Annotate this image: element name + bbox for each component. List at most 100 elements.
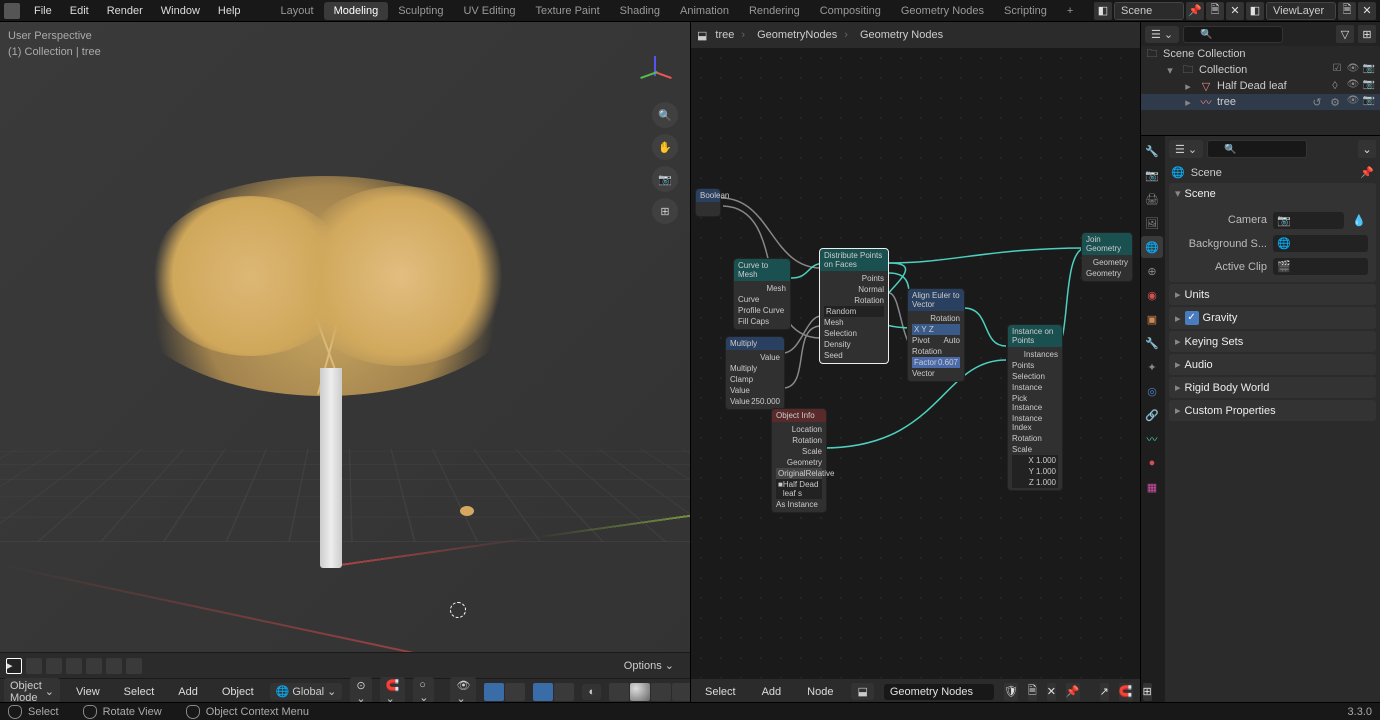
tab-rendering[interactable]: Rendering: [739, 2, 810, 20]
select-box-icon[interactable]: [26, 658, 42, 674]
tab-uv-editing[interactable]: UV Editing: [453, 2, 525, 20]
tab-object-icon[interactable]: ▣: [1141, 308, 1163, 330]
node-instance-on-points[interactable]: Instance on Points Instances Points Sele…: [1007, 324, 1063, 491]
solid-shading-icon[interactable]: [630, 683, 650, 701]
camera-icon[interactable]: 📷: [1362, 79, 1376, 93]
menu-help[interactable]: Help: [210, 2, 249, 20]
pan-icon[interactable]: ✋: [652, 134, 678, 160]
tab-material-icon[interactable]: ●: [1141, 452, 1163, 474]
outliner-item-leaf[interactable]: ▸ ▽ Half Dead leaf ◊ 👁📷: [1141, 78, 1380, 94]
outliner-collection[interactable]: ▾ 🗀 Collection ☑👁📷: [1141, 62, 1380, 78]
tab-shading[interactable]: Shading: [610, 2, 670, 20]
select-menu[interactable]: Select: [116, 683, 163, 701]
props-search-input[interactable]: [1207, 140, 1307, 158]
geometry-node-editor[interactable]: ⬓ tree GeometryNodes Geometry Nodes: [690, 22, 1140, 704]
layer-browse-icon[interactable]: ◧: [1246, 2, 1264, 20]
tab-world-icon[interactable]: ⊕: [1141, 260, 1163, 282]
vert-select-icon[interactable]: [46, 658, 62, 674]
node-pin-icon[interactable]: 📌: [1066, 683, 1080, 701]
tab-texture-icon[interactable]: ▦: [1141, 476, 1163, 498]
layer-new-icon[interactable]: 🗎: [1338, 2, 1356, 20]
zoom-icon[interactable]: 🔍: [652, 102, 678, 128]
viewport-canvas[interactable]: User Perspective (1) Collection | tree 🔍…: [0, 22, 690, 676]
node-distribute-points[interactable]: Distribute Points on Faces Points Normal…: [819, 248, 889, 364]
shield-icon[interactable]: 🛡: [1004, 683, 1018, 701]
checkbox-icon[interactable]: ☑: [1330, 63, 1344, 77]
camera-icon[interactable]: 📷: [1362, 63, 1376, 77]
eye-icon[interactable]: 👁: [1346, 79, 1360, 93]
tab-geometry-nodes[interactable]: Geometry Nodes: [891, 2, 994, 20]
extra-select-icon-2[interactable]: [126, 658, 142, 674]
play-icon[interactable]: ▸: [6, 658, 22, 674]
3d-viewport[interactable]: User Perspective (1) Collection | tree 🔍…: [0, 22, 690, 704]
material-shading-icon[interactable]: [651, 683, 671, 701]
breadcrumb-modifier[interactable]: GeometryNodes: [757, 29, 852, 41]
tab-texture-paint[interactable]: Texture Paint: [525, 2, 609, 20]
tab-constraints-icon[interactable]: 🔗: [1141, 404, 1163, 426]
scene-browse-icon[interactable]: ◧: [1094, 2, 1112, 20]
gravity-checkbox[interactable]: ✓: [1185, 311, 1199, 325]
tab-physics-icon[interactable]: ◎: [1141, 380, 1163, 402]
tab-scene-icon[interactable]: 🌐: [1141, 236, 1163, 258]
add-menu[interactable]: Add: [170, 683, 206, 701]
node-overlay-icon[interactable]: ⊞: [1143, 683, 1152, 701]
chevron-right-icon[interactable]: ▸: [1181, 95, 1195, 109]
background-scene-field[interactable]: 🌐: [1273, 235, 1368, 252]
tab-tool-icon[interactable]: 🔧: [1141, 140, 1163, 162]
scene-new-icon[interactable]: 🗎: [1206, 2, 1224, 20]
scene-name-field[interactable]: Scene: [1114, 2, 1184, 20]
tab-animation[interactable]: Animation: [670, 2, 739, 20]
outliner[interactable]: ☰ ⌄ ▽ ⊞ 🗀 Scene Collection ▾ 🗀 Collectio…: [1141, 22, 1380, 136]
camera-view-icon[interactable]: 📷: [652, 166, 678, 192]
node-users-icon[interactable]: 🗎: [1028, 683, 1037, 701]
node-group-name-field[interactable]: Geometry Nodes: [884, 684, 994, 700]
menu-window[interactable]: Window: [153, 2, 208, 20]
tab-add-workspace[interactable]: +: [1057, 2, 1083, 20]
tab-output-icon[interactable]: 🖨: [1141, 188, 1163, 210]
menu-file[interactable]: File: [26, 2, 60, 20]
node-select-menu[interactable]: Select: [697, 683, 744, 701]
view-layer-field[interactable]: ViewLayer: [1266, 2, 1336, 20]
layer-delete-icon[interactable]: ✕: [1358, 2, 1376, 20]
tab-viewlayer-icon[interactable]: 🖼: [1141, 212, 1163, 234]
breadcrumb-object[interactable]: tree: [715, 29, 749, 41]
node-multiply[interactable]: Multiply Value Multiply Clamp Value Valu…: [725, 336, 785, 410]
wireframe-shading-icon[interactable]: [609, 683, 629, 701]
node-parent-icon[interactable]: ↗: [1100, 683, 1109, 701]
editor-type-icon[interactable]: ⬓: [697, 29, 707, 42]
outliner-search-input[interactable]: [1183, 26, 1283, 43]
node-canvas[interactable]: Boolean Curve to Mesh Mesh Curve Profile…: [691, 48, 1140, 678]
extra-select-icon[interactable]: [106, 658, 122, 674]
pin-icon[interactable]: 📌: [1360, 166, 1374, 179]
scene-delete-icon[interactable]: ✕: [1226, 2, 1244, 20]
outliner-display-mode[interactable]: ☰ ⌄: [1145, 26, 1179, 43]
panel-keying-sets[interactable]: ▸Keying Sets: [1169, 331, 1376, 352]
breadcrumb-nodegroup[interactable]: Geometry Nodes: [860, 29, 951, 41]
props-display-icon[interactable]: ☰ ⌄: [1169, 140, 1203, 158]
eye-icon[interactable]: 👁: [1346, 63, 1360, 77]
node-snap-icon[interactable]: 🧲: [1119, 683, 1133, 701]
panel-units[interactable]: ▸Units: [1169, 284, 1376, 305]
outliner-new-collection-icon[interactable]: ⊞: [1358, 25, 1376, 43]
object-menu[interactable]: Object: [214, 683, 262, 701]
node-boolean[interactable]: Boolean: [695, 188, 721, 217]
panel-custom-props[interactable]: ▸Custom Properties: [1169, 400, 1376, 421]
tab-scripting[interactable]: Scripting: [994, 2, 1057, 20]
outliner-filter-icon[interactable]: ▽: [1336, 25, 1354, 43]
props-options-icon[interactable]: ⌄: [1358, 140, 1376, 158]
tab-modeling[interactable]: Modeling: [324, 2, 389, 20]
node-align-euler[interactable]: Align Euler to Vector Rotation X Y Z Piv…: [907, 288, 965, 382]
node-add-menu[interactable]: Add: [754, 683, 790, 701]
panel-rigid-body[interactable]: ▸Rigid Body World: [1169, 377, 1376, 398]
face-select-icon[interactable]: [86, 658, 102, 674]
tab-collection-icon[interactable]: ◉: [1141, 284, 1163, 306]
perspective-toggle-icon[interactable]: ⊞: [652, 198, 678, 224]
menu-render[interactable]: Render: [99, 2, 151, 20]
menu-edit[interactable]: Edit: [62, 2, 97, 20]
tab-layout[interactable]: Layout: [271, 2, 324, 20]
tab-particles-icon[interactable]: ✦: [1141, 356, 1163, 378]
node-object-info[interactable]: Object Info Location Rotation Scale Geom…: [771, 408, 827, 513]
blender-logo-icon[interactable]: [4, 3, 20, 19]
camera-field[interactable]: 📷: [1273, 212, 1344, 229]
panel-gravity[interactable]: ▸✓Gravity: [1169, 307, 1376, 329]
